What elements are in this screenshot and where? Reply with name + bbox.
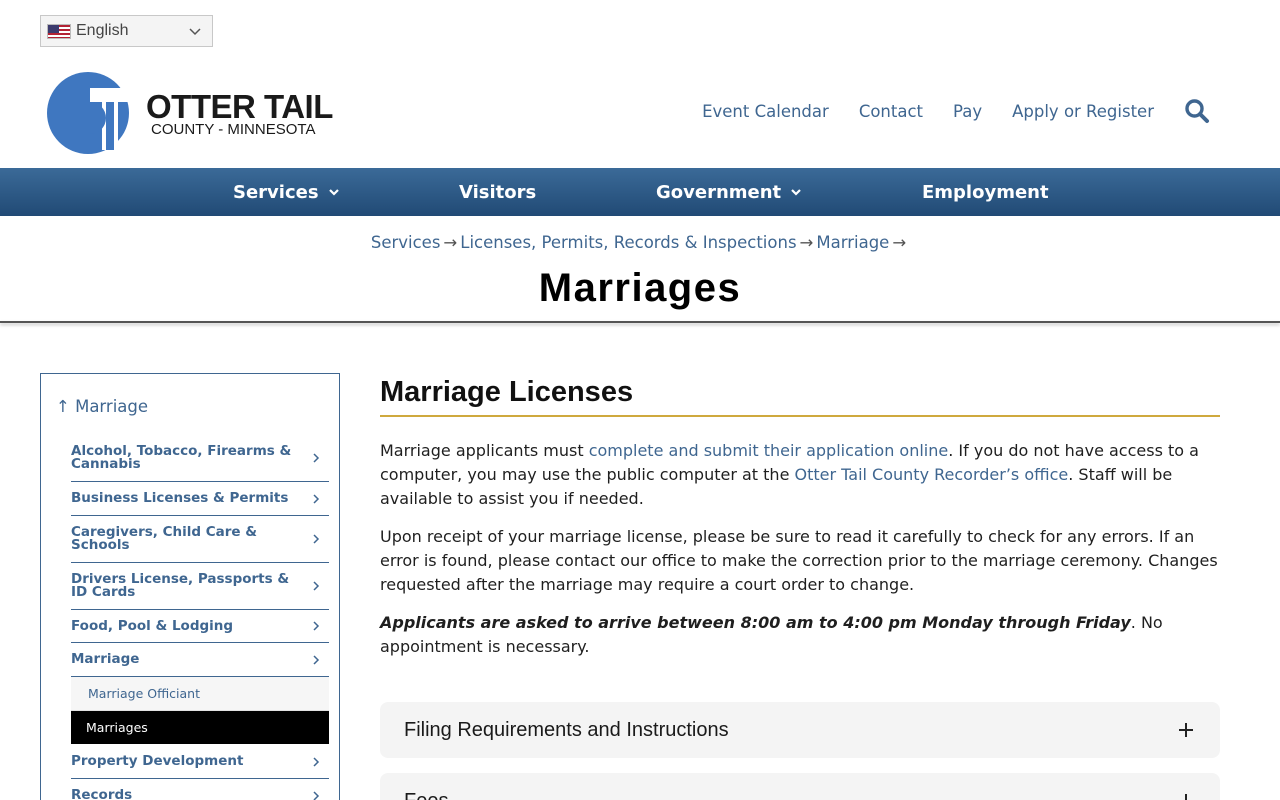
sidebar-parent-link[interactable]: ↑ Marriage	[56, 397, 148, 416]
breadcrumb-arrow: →	[799, 233, 814, 252]
language-label: English	[76, 22, 129, 39]
sidebar-item-business[interactable]: Business Licenses & Permits	[71, 482, 329, 516]
logo-mark-icon	[47, 72, 130, 154]
section-heading: Marriage Licenses	[380, 375, 1220, 417]
breadcrumb-arrow: →	[443, 233, 458, 252]
chevron-right-icon	[313, 621, 320, 631]
intro-text: Marriage applicants must	[380, 441, 589, 460]
sidebar-parent-label: Marriage	[75, 397, 149, 416]
sidebar-item-label: Business Licenses & Permits	[71, 490, 289, 506]
sidebar-item-drivers[interactable]: Drivers License, Passports & ID Cards	[71, 563, 329, 610]
sidebar-item-label: Caregivers, Child Care & Schools	[71, 524, 258, 553]
main-nav: Services Visitors Government Employment	[0, 168, 1280, 216]
sidebar-item-label: Property Development	[71, 753, 244, 769]
sidebar-item-label: Marriage	[71, 651, 140, 667]
chevron-right-icon	[313, 452, 320, 463]
accordion-fees[interactable]: Fees	[380, 773, 1220, 800]
sidebar-item-caregivers[interactable]: Caregivers, Child Care & Schools	[71, 516, 329, 563]
accordion-label: Filing Requirements and Instructions	[404, 718, 729, 741]
breadcrumb-services[interactable]: Services	[371, 233, 441, 252]
language-select[interactable]: English	[40, 15, 213, 47]
chevron-right-icon	[313, 756, 320, 767]
chevron-down-icon	[328, 189, 339, 196]
nav-services[interactable]: Services	[233, 168, 340, 216]
sidebar-item-label: Drivers License, Passports & ID Cards	[71, 571, 290, 600]
contact-link[interactable]: Contact	[859, 102, 923, 121]
hours-paragraph: Applicants are asked to arrive between 8…	[380, 611, 1220, 659]
accordion-label: Fees	[404, 790, 448, 800]
breadcrumb-marriage[interactable]: Marriage	[816, 233, 889, 252]
sidebar-subitem-label: Marriage Officiant	[88, 686, 200, 701]
breadcrumb: Services → Licenses, Permits, Records & In…	[0, 233, 1280, 252]
intro-paragraph: Marriage applicants must complete and su…	[380, 439, 1220, 511]
sidebar-item-food[interactable]: Food, Pool & Lodging	[71, 610, 329, 643]
up-arrow-icon: ↑	[56, 397, 70, 416]
sidebar-subitem-label: Marriages	[86, 720, 148, 735]
page-title: Marriages	[538, 266, 742, 310]
sidebar-item-label: Alcohol, Tobacco, Firearms & Cannabis	[71, 442, 292, 472]
chevron-down-icon	[189, 28, 201, 36]
utility-nav: Event Calendar Contact Pay Apply or Regi…	[672, 98, 1210, 124]
main-content: Marriage Licenses Marriage applicants mu…	[380, 375, 1220, 659]
sidebar-nav: ↑ Marriage Alcohol, Tobacco, Firearms & …	[40, 373, 340, 800]
nav-visitors-label: Visitors	[459, 181, 537, 203]
county-logo[interactable]: OTTER TAIL COUNTY - MINNESOTA	[46, 72, 336, 154]
sidebar-item-alcohol[interactable]: Alcohol, Tobacco, Firearms & Cannabis	[71, 434, 329, 482]
logo-subtitle: COUNTY - MINNESOTA	[151, 121, 316, 138]
sidebar-item-property[interactable]: Property Development	[71, 745, 329, 779]
title-divider	[0, 321, 1280, 323]
event-calendar-link[interactable]: Event Calendar	[702, 102, 829, 121]
breadcrumb-licenses[interactable]: Licenses, Permits, Records & Inspections	[460, 233, 796, 252]
nav-government-label: Government	[656, 181, 782, 203]
sidebar-item-marriage[interactable]: Marriage	[71, 643, 329, 677]
receipt-paragraph: Upon receipt of your marriage license, p…	[380, 527, 1218, 594]
breadcrumb-arrow: →	[892, 233, 907, 252]
recorder-office-link[interactable]: Otter Tail County Recorder’s office	[795, 465, 1069, 484]
nav-government[interactable]: Government	[656, 168, 802, 216]
hours-emphasis: Applicants are asked to arrive between 8…	[380, 613, 1131, 632]
nav-employment[interactable]: Employment	[922, 168, 1049, 216]
apply-register-link[interactable]: Apply or Register	[1012, 102, 1154, 121]
sidebar-item-records[interactable]: Records	[71, 779, 329, 800]
chevron-right-icon	[313, 493, 320, 504]
chevron-right-icon	[313, 654, 320, 665]
nav-services-label: Services	[233, 181, 319, 203]
logo-title: OTTER TAIL	[146, 88, 333, 125]
plus-icon	[1179, 723, 1193, 737]
apply-online-link[interactable]: complete and submit their application on…	[589, 441, 949, 460]
pay-link[interactable]: Pay	[953, 102, 982, 121]
chevron-right-icon	[313, 534, 320, 544]
sidebar-item-label: Food, Pool & Lodging	[71, 617, 234, 634]
sidebar-subitem-marriage-officiant[interactable]: Marriage Officiant	[71, 677, 329, 711]
plus-icon	[1179, 794, 1193, 800]
accordion-filing-requirements[interactable]: Filing Requirements and Instructions	[380, 702, 1220, 758]
sidebar-subitem-marriages[interactable]: Marriages	[71, 711, 329, 745]
us-flag-icon	[47, 23, 71, 39]
nav-employment-label: Employment	[922, 181, 1049, 203]
chevron-right-icon	[313, 790, 320, 800]
chevron-down-icon	[791, 189, 801, 196]
chevron-right-icon	[313, 581, 320, 591]
nav-visitors[interactable]: Visitors	[459, 168, 536, 216]
sidebar-list: Alcohol, Tobacco, Firearms & Cannabis Bu…	[71, 434, 329, 800]
search-icon[interactable]	[1184, 98, 1210, 124]
sidebar-item-label: Records	[71, 787, 133, 800]
